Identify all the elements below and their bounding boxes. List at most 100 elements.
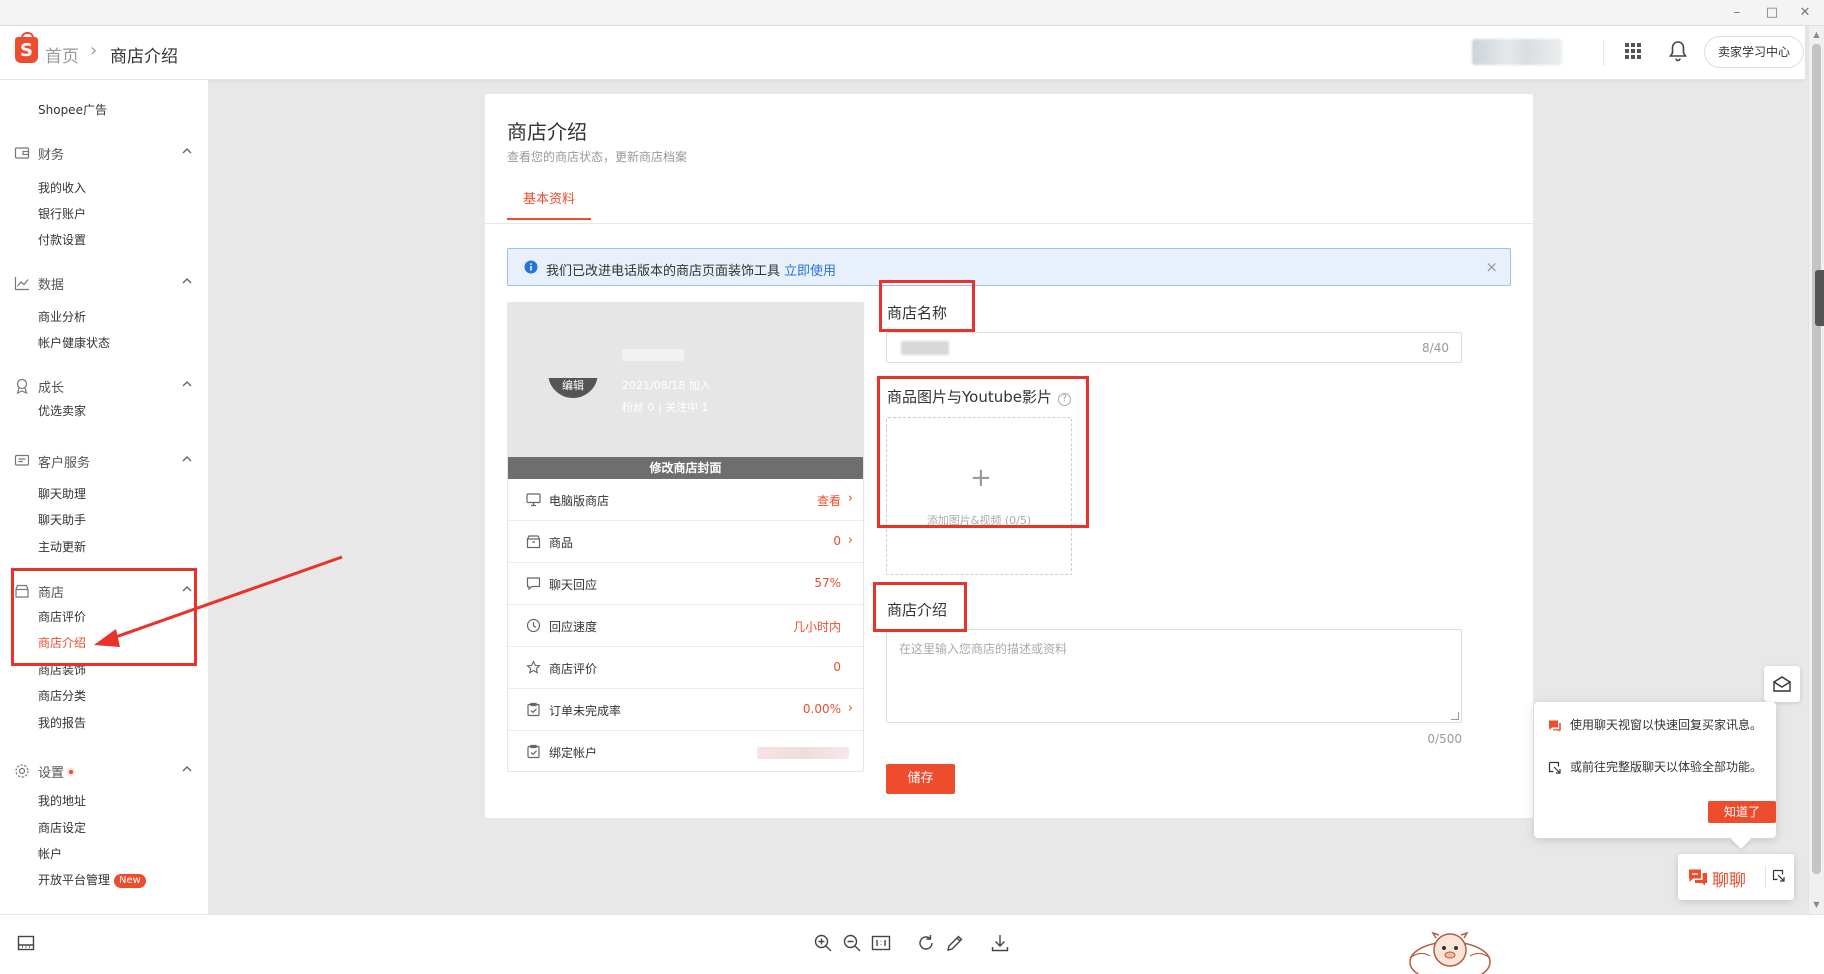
sidebar-item-preferred-seller[interactable]: 优选卖家 (38, 402, 86, 419)
stat-label: 商店评价 (549, 662, 598, 676)
sidebar-group-customer-service[interactable]: 客户服务 (14, 450, 194, 472)
shopee-logo[interactable]: S (15, 32, 38, 63)
chat-widget-button[interactable]: 聊聊 (1678, 854, 1794, 900)
chevron-up-icon[interactable] (180, 377, 194, 391)
star-icon (526, 660, 541, 674)
zoom-in-icon[interactable] (813, 933, 833, 953)
sidebar-item-hidden-top[interactable]: ···· (38, 80, 53, 86)
actual-size-icon[interactable] (871, 933, 891, 953)
stat-value-view[interactable]: 查看 (817, 492, 841, 509)
mascot-illustration-icon (1409, 931, 1491, 974)
chevron-right-icon: › (847, 491, 853, 506)
sidebar-group-growth[interactable]: 成长 (14, 375, 194, 397)
sidebar-item-open-platform[interactable]: 开放平台管理 New (38, 871, 146, 888)
sidebar-item-proactive-update[interactable]: 主动更新 (38, 538, 86, 555)
chevron-up-icon[interactable] (180, 144, 194, 158)
download-icon[interactable] (990, 933, 1010, 953)
messages-button[interactable] (1764, 666, 1800, 702)
notice-use-now-link[interactable]: 立即使用 (784, 264, 836, 279)
edit-pen-icon[interactable] (945, 933, 965, 953)
shop-description-textarea[interactable]: 在这里输入您商店的描述或资料 (886, 629, 1462, 723)
sidebar-group-title: 设置 (38, 762, 76, 781)
chart-icon (14, 277, 29, 291)
edit-cover-button[interactable]: 修改商店封面 (508, 457, 863, 479)
breadcrumb-separator: › (90, 40, 98, 61)
notice-close-button[interactable]: × (1485, 258, 1498, 276)
tab-divider (485, 223, 1533, 224)
save-button[interactable]: 储存 (886, 764, 955, 794)
sidebar-item-chat-helper[interactable]: 聊天助手 (38, 511, 86, 528)
side-panel-handle[interactable] (1815, 270, 1824, 326)
shop-name-value-blurred (901, 341, 949, 355)
sidebar-item-business-insights[interactable]: 商业分析 (38, 308, 86, 325)
chat-window-icon (1549, 720, 1561, 732)
maximize-button[interactable]: □ (1757, 4, 1787, 22)
stat-row-chat-response: 聊天回应 57% (508, 563, 863, 605)
description-char-count: 0/500 (1427, 732, 1462, 746)
zoom-out-icon[interactable] (842, 933, 862, 953)
chevron-up-icon[interactable] (180, 274, 194, 288)
shop-name-blurred (622, 349, 684, 361)
chat-tip-line-2: 或前往完整版聊天以体验全部功能。 (1548, 760, 1764, 774)
window-titlebar: – □ ✕ (0, 0, 1824, 26)
chat-icon (14, 454, 30, 466)
annotation-arrow-icon (94, 555, 343, 647)
tab-basic-info[interactable]: 基本资料 (507, 190, 591, 220)
vertical-scrollbar[interactable]: ▲ ▼ (1808, 26, 1824, 914)
sidebar-group-title: 财务 (38, 148, 65, 163)
shop-preview-panel: 编辑 2021/08/18 加入 粉丝 0 | 关注中 1 修改商店封面 电脑版… (507, 302, 864, 772)
seller-learning-center-button[interactable]: 卖家学习中心 (1704, 36, 1804, 68)
sidebar-item-shop-settings[interactable]: 商店设定 (38, 819, 86, 836)
sidebar-item-my-income[interactable]: 我的收入 (38, 179, 86, 196)
sidebar-item-payment-settings[interactable]: 付款设置 (38, 231, 86, 248)
scrollbar-thumb[interactable] (1812, 44, 1821, 874)
shop-name-input[interactable]: 8/40 (886, 332, 1462, 363)
stat-row-desktop-shop[interactable]: 电脑版商店 查看 › (508, 479, 863, 521)
close-window-button[interactable]: ✕ (1790, 4, 1820, 22)
shop-cover: 编辑 2021/08/18 加入 粉丝 0 | 关注中 1 (508, 303, 863, 457)
sidebar-item-shopee-ads[interactable]: Shopee广告 (38, 101, 107, 118)
link-account-icon (527, 744, 540, 759)
sidebar-group-settings[interactable]: 设置 (14, 760, 194, 782)
clock-icon (526, 618, 541, 633)
scroll-down-arrow-icon[interactable]: ▼ (1812, 900, 1821, 909)
chevron-up-icon[interactable] (180, 762, 194, 776)
minimize-button[interactable]: – (1722, 4, 1752, 22)
chevron-up-icon[interactable] (180, 452, 194, 466)
rotate-icon[interactable] (916, 933, 936, 953)
thumbnail-panel-icon[interactable] (16, 933, 36, 953)
sidebar-item-my-reports[interactable]: 我的报告 (38, 714, 86, 731)
shop-joined-date: 2021/08/18 加入 (622, 379, 711, 392)
shop-followers: 粉丝 0 | 关注中 1 (622, 401, 709, 414)
sidebar-item-bank-account[interactable]: 银行账户 (38, 205, 86, 222)
user-account-blurred[interactable] (1472, 39, 1562, 65)
clipboard-icon (527, 702, 540, 717)
sidebar-group-finance[interactable]: 财务 (14, 142, 194, 164)
sidebar-item-account-health[interactable]: 帐户健康状态 (38, 334, 110, 351)
sidebar-group-title: 客户服务 (38, 456, 91, 471)
sidebar-item-my-address[interactable]: 我的地址 (38, 792, 86, 809)
sidebar-item-chat-assistant[interactable]: 聊天助理 (38, 485, 86, 502)
wallet-icon (14, 147, 30, 159)
stat-row-response-speed: 回应速度 几小时内 (508, 605, 863, 647)
avatar-edit-button[interactable]: 编辑 (548, 378, 598, 398)
gear-icon (15, 764, 29, 778)
stat-value: 0.00% (802, 702, 841, 716)
sidebar-item-account[interactable]: 帐户 (38, 845, 62, 862)
apps-grid-icon[interactable] (1624, 42, 1642, 60)
stat-row-non-fulfillment-rate[interactable]: 订单未完成率 0.00% › (508, 689, 863, 731)
shop-avatar[interactable]: 编辑 (548, 348, 598, 398)
stat-row-products[interactable]: 商品 0 › (508, 521, 863, 563)
minimize-chat-icon[interactable] (1772, 869, 1786, 883)
resize-grip[interactable] (1451, 712, 1459, 720)
got-it-button[interactable]: 知道了 (1708, 801, 1776, 823)
chat-tip-text-1: 使用聊天视窗以快速回复买家讯息。 (1570, 718, 1763, 732)
sidebar-item-shop-categories[interactable]: 商店分类 (38, 687, 86, 704)
breadcrumb-home[interactable]: 首页 (45, 42, 79, 67)
bell-icon[interactable] (1668, 40, 1688, 62)
sidebar-group-data[interactable]: 数据 (14, 272, 194, 294)
sidebar: ···· Shopee广告 财务 我的收入 银行账户 付款设置 数据 商业分析 … (0, 80, 208, 914)
envelope-icon (1773, 676, 1791, 692)
chevron-right-icon: › (847, 533, 853, 548)
scroll-up-arrow-icon[interactable]: ▲ (1812, 30, 1821, 39)
